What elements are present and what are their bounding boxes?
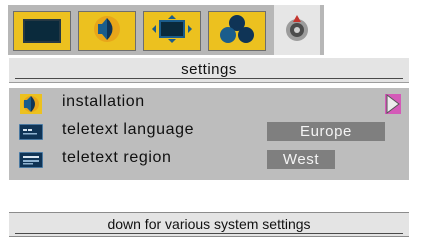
hint-top-border [9, 212, 409, 213]
teletext-region-value[interactable]: West [267, 150, 335, 169]
screen-format-icon [151, 14, 193, 49]
menu-item-teletext-language[interactable]: teletext language Europe [9, 118, 409, 146]
speaker-sound-icon [92, 14, 122, 49]
hint-bottom-border [9, 236, 409, 237]
help-hint-bar: down for various system settings [9, 212, 409, 237]
page-title: settings [181, 61, 237, 78]
menu-item-teletext-region[interactable]: teletext region West [9, 146, 409, 174]
tab-settings[interactable] [274, 5, 320, 55]
settings-icon [282, 13, 312, 48]
screen-picture-icon [23, 19, 61, 43]
teletext-language-icon [19, 122, 43, 142]
hint-underline [15, 233, 403, 234]
tab-picture[interactable] [13, 11, 71, 51]
installation-icon [19, 94, 43, 114]
menu-item-installation[interactable]: installation [9, 90, 409, 118]
menu-item-label: teletext language [62, 121, 195, 138]
menu-tab-bar [8, 5, 324, 55]
tab-features[interactable] [208, 11, 266, 51]
teletext-language-value[interactable]: Europe [267, 122, 385, 141]
right-arrow-icon[interactable] [385, 94, 401, 114]
settings-menu: installation teletext language Europe te… [9, 88, 409, 180]
features-icon [217, 13, 257, 50]
menu-item-label: teletext region [62, 149, 172, 166]
tab-sound[interactable] [78, 11, 136, 51]
title-underline [15, 78, 403, 79]
teletext-region-icon [19, 150, 43, 170]
menu-item-label: installation [62, 93, 145, 110]
page-title-bar: settings [9, 58, 409, 83]
tab-screen-format[interactable] [143, 11, 201, 51]
help-hint-text: down for various system settings [107, 216, 311, 232]
